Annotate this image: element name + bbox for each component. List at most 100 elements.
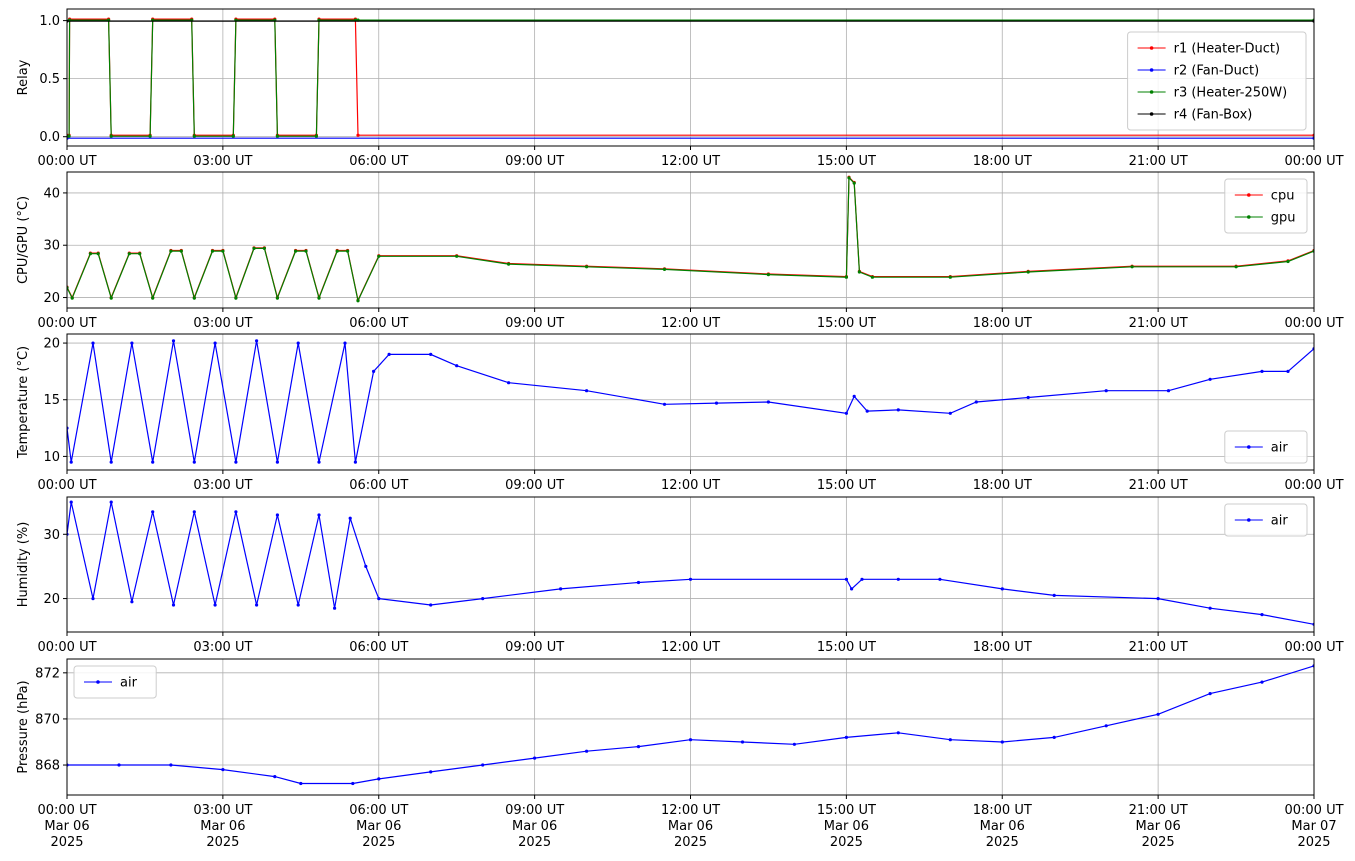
data-point: [844, 735, 849, 740]
y-axis-label: Relay: [16, 59, 31, 95]
x-tick-label: 00:00 UT: [37, 316, 96, 331]
data-point: [948, 275, 952, 279]
y-tick-label: 20: [43, 337, 60, 352]
x-tick-label: 2025: [50, 835, 83, 850]
data-point: [317, 296, 321, 300]
legend-label: cpu: [1271, 189, 1295, 204]
data-point: [585, 389, 589, 393]
x-tick-label: 2025: [362, 835, 395, 850]
data-point: [870, 275, 875, 279]
x-tick-label: 00:00 UT: [37, 154, 96, 169]
data-point: [364, 564, 368, 569]
x-tick-label: 15:00 UT: [817, 640, 876, 655]
x-tick-label: Mar 06: [668, 819, 713, 834]
data-point: [1052, 735, 1056, 740]
x-tick-label: 00:00 UT: [1284, 640, 1343, 655]
legend-marker: [1247, 445, 1251, 449]
data-point: [275, 296, 279, 300]
y-tick-label: 10: [43, 450, 60, 465]
data-point: [387, 352, 391, 356]
data-point: [151, 460, 155, 464]
y-tick-label: 870: [35, 712, 60, 727]
data-point: [1026, 395, 1030, 400]
data-point: [296, 603, 300, 607]
data-point: [109, 460, 113, 464]
data-point: [333, 606, 337, 610]
data-point: [852, 181, 856, 185]
data-point: [1156, 597, 1160, 601]
legend-label: gpu: [1271, 211, 1296, 226]
data-point: [69, 460, 73, 464]
x-tick-label: 03:00 UT: [193, 154, 252, 169]
data-point: [865, 409, 869, 413]
data-point: [273, 775, 277, 779]
x-tick-label: 2025: [830, 835, 863, 850]
legend: cpu gpu: [1224, 178, 1308, 234]
y-tick-label: 20: [43, 592, 60, 607]
x-tick-label: 15:00 UT: [817, 154, 876, 169]
data-point: [792, 742, 797, 746]
data-point: [304, 249, 308, 253]
x-tick-label: 12:00 UT: [661, 316, 720, 331]
x-tick-label: Mar 06: [824, 819, 869, 834]
y-tick-label: 0.5: [39, 72, 60, 87]
legend-marker: [1247, 518, 1251, 522]
data-point: [1156, 712, 1160, 716]
data-point: [262, 246, 266, 250]
data-point: [636, 580, 641, 585]
legend: r1 (Heater-Duct) r2 (Fan-Duct) r3 (Heater-…: [1127, 31, 1307, 131]
data-point: [138, 252, 142, 256]
data-point: [192, 134, 196, 138]
data-point: [1208, 606, 1212, 610]
data-point: [192, 296, 196, 300]
data-point: [377, 254, 381, 258]
x-tick-label: Mar 06: [1136, 819, 1181, 834]
data-point: [109, 296, 113, 300]
data-point: [585, 749, 589, 753]
x-tick-label: 18:00 UT: [973, 316, 1032, 331]
legend-marker: [1149, 90, 1154, 94]
data-point: [372, 369, 376, 373]
x-tick-label: 18:00 UT: [973, 803, 1032, 818]
x-tick-label: Mar 06: [44, 819, 89, 834]
data-point: [130, 341, 134, 345]
data-point: [255, 339, 259, 343]
data-point: [1104, 389, 1108, 393]
data-point: [221, 768, 225, 772]
data-point: [481, 763, 485, 767]
data-point: [317, 513, 321, 517]
y-tick-label: 872: [35, 666, 60, 681]
y-tick-label: 40: [43, 186, 60, 201]
data-point: [1260, 613, 1264, 617]
x-tick-label: 15:00 UT: [817, 478, 876, 493]
chart-panel-1: 0.0 0.5 1.0 Relay 00:00 UT 03:00 UT 06:00 UT 09…: [16, 8, 1344, 169]
x-tick-label: Mar 07: [1291, 819, 1336, 834]
data-point: [896, 408, 900, 412]
x-tick-label: 2025: [674, 835, 707, 850]
data-point: [335, 249, 339, 253]
x-tick-label: 03:00 UT: [193, 316, 252, 331]
x-tick-label: 21:00 UT: [1129, 640, 1188, 655]
data-point: [127, 252, 131, 256]
data-point: [151, 510, 155, 514]
data-point: [974, 400, 978, 404]
data-point: [275, 513, 279, 517]
y-axis-label: CPU/GPU (°C): [16, 196, 31, 284]
data-point: [314, 134, 318, 138]
x-tick-label: 21:00 UT: [1129, 316, 1188, 331]
data-point: [850, 587, 854, 591]
legend-marker: [1149, 46, 1154, 50]
data-point: [317, 460, 321, 464]
data-point: [688, 738, 693, 742]
legend-label: air: [1271, 441, 1289, 456]
legend-marker: [1247, 193, 1251, 197]
data-point: [88, 252, 92, 256]
data-point: [213, 603, 217, 607]
legend-label: r3 (Heater-250W): [1174, 86, 1288, 101]
legend-label: r4 (Fan-Box): [1174, 108, 1253, 123]
x-tick-label: 00:00 UT: [1284, 154, 1343, 169]
data-point: [130, 600, 134, 604]
data-point: [662, 402, 667, 406]
data-point: [455, 364, 459, 368]
data-point: [117, 763, 121, 767]
